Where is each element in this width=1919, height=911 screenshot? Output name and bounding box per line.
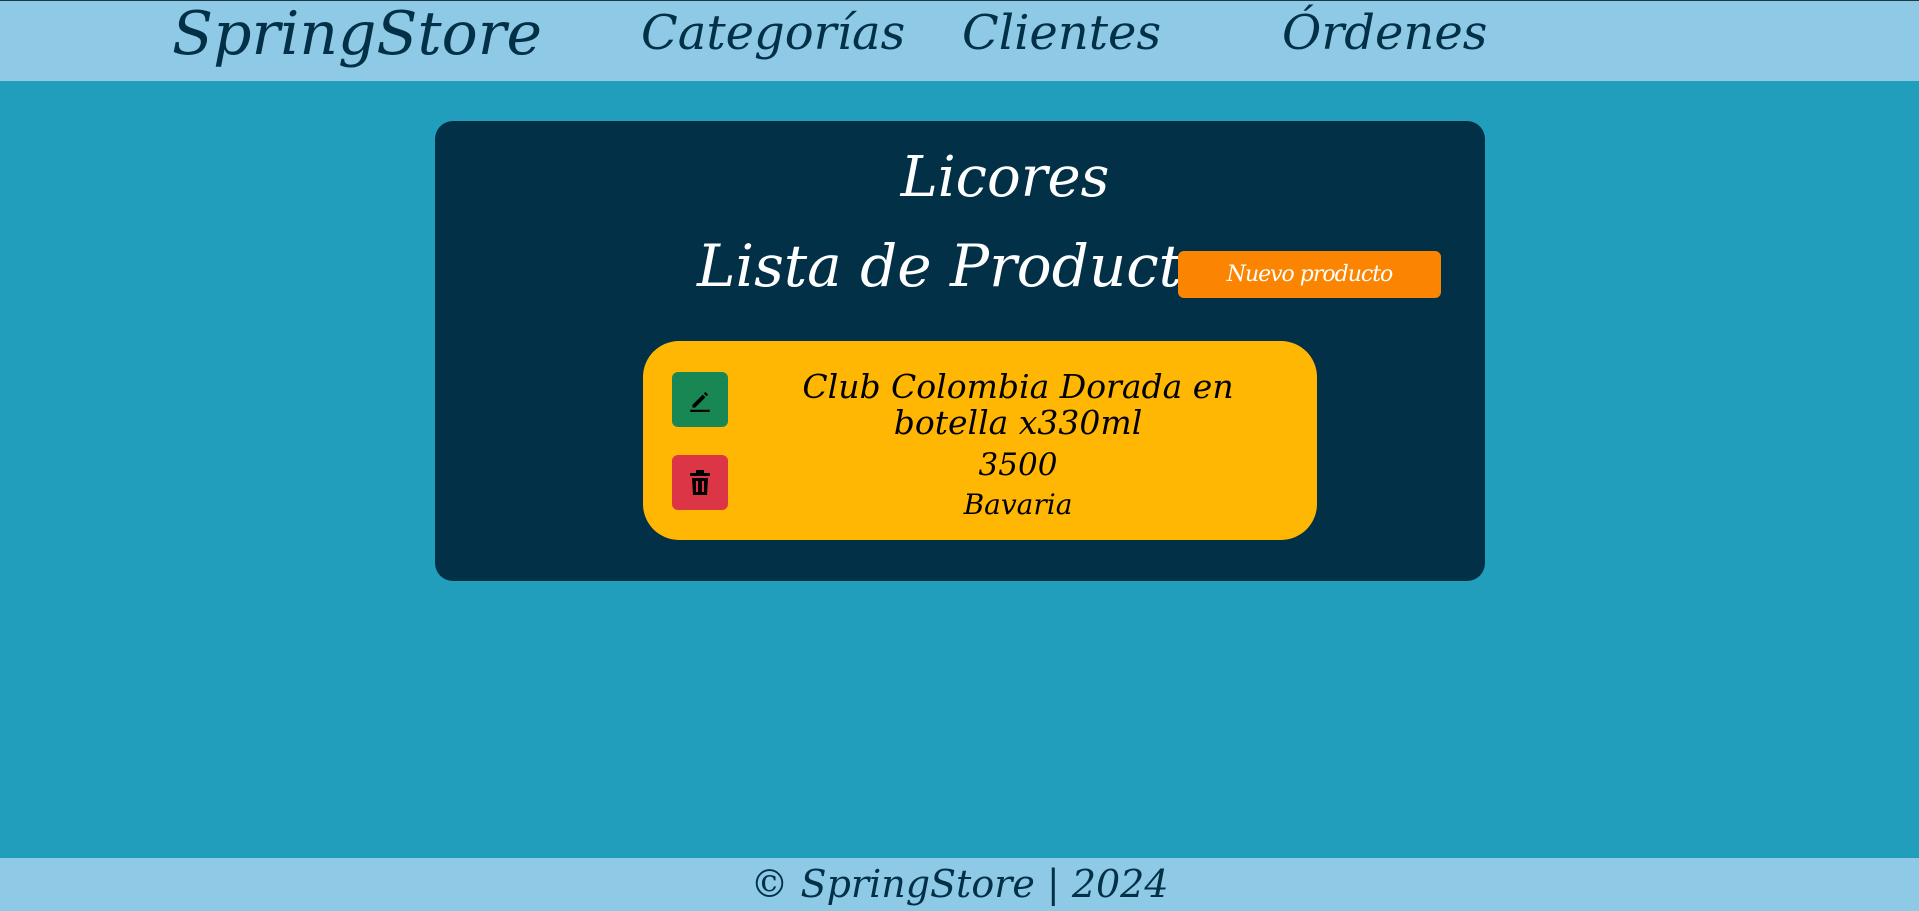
delete-product-button[interactable]: [672, 455, 728, 510]
nav-link-ordenes[interactable]: Órdenes: [1282, 5, 1487, 61]
category-title: Licores: [900, 145, 1110, 210]
nav-link-clientes[interactable]: Clientes: [962, 5, 1161, 61]
product-card: Club Colombia Dorada en botella x330ml 3…: [643, 341, 1317, 540]
product-price: 3500: [978, 447, 1058, 483]
nav-link-categorias[interactable]: Categorías: [641, 5, 905, 61]
brand-logo[interactable]: SpringStore: [172, 0, 542, 69]
top-navbar: SpringStore Categorías Clientes Órdenes: [0, 0, 1919, 81]
product-name: Club Colombia Dorada en botella x330ml: [802, 367, 1234, 442]
products-panel: Licores Lista de Productos Nuevo product…: [435, 121, 1485, 581]
new-product-button[interactable]: Nuevo producto: [1178, 251, 1441, 298]
product-brand: Bavaria: [963, 488, 1073, 521]
trash-icon: [690, 469, 710, 495]
pencil-icon: [690, 391, 710, 412]
edit-product-button[interactable]: [672, 372, 728, 427]
page-title: Lista de Productos: [697, 232, 1247, 300]
footer: © SpringStore | 2024: [0, 858, 1919, 911]
